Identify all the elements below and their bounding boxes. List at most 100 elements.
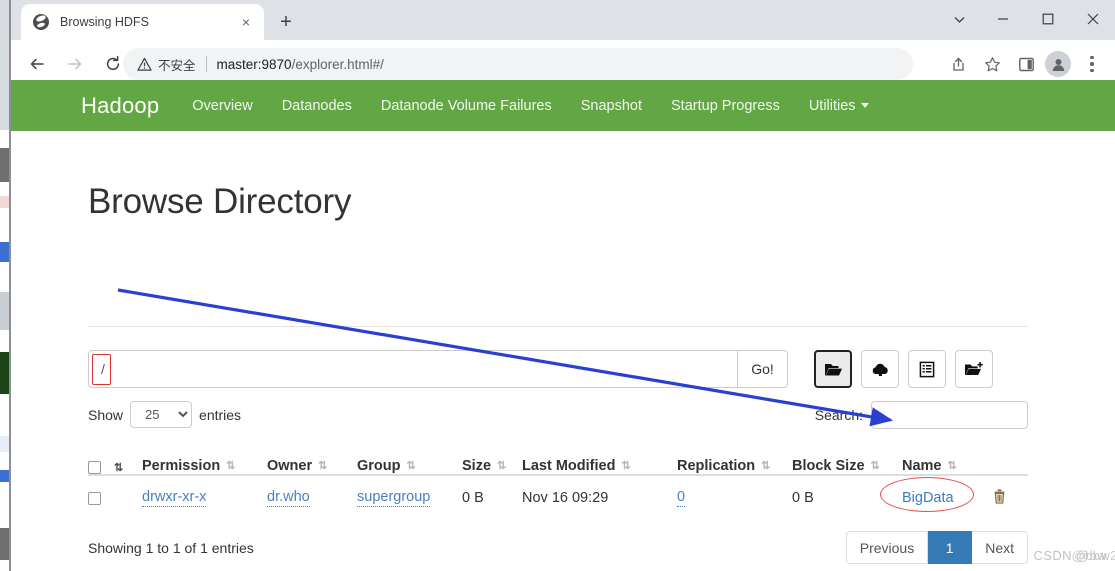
- column-label-size: Size: [462, 458, 492, 474]
- page-title: Browse Directory: [88, 182, 352, 221]
- browse-folder-button[interactable]: [814, 350, 852, 388]
- list-document-icon: [919, 361, 935, 377]
- nav-item-overview[interactable]: Overview: [192, 98, 252, 114]
- search-input[interactable]: [871, 401, 1028, 429]
- new-directory-button[interactable]: [955, 350, 993, 388]
- site-navbar: Hadoop Overview Datanodes Datanode Volum…: [11, 80, 1115, 131]
- search-control: Search:: [815, 401, 1028, 429]
- sort-icon: ⇅: [226, 459, 235, 472]
- column-label-group: Group: [357, 458, 401, 474]
- column-header-replication[interactable]: Replication ⇅: [677, 458, 792, 474]
- nav-item-datanodes[interactable]: Datanodes: [282, 98, 352, 114]
- nav-item-startup-progress[interactable]: Startup Progress: [671, 98, 780, 114]
- divider-top: [88, 326, 1028, 327]
- sort-icon: ⇅: [870, 459, 880, 472]
- table-footer: Showing 1 to 1 of 1 entries Previous 1 N…: [88, 531, 1028, 564]
- search-label: Search:: [814, 407, 863, 423]
- kebab-menu-icon[interactable]: [1077, 49, 1107, 79]
- side-panel-icon[interactable]: [1011, 49, 1041, 79]
- column-header-size[interactable]: Size ⇅: [462, 458, 522, 474]
- nav-item-utilities-label: Utilities: [808, 97, 856, 114]
- tab-strip: Browsing HDFS × +: [11, 0, 1115, 40]
- warning-triangle-icon: [137, 57, 152, 71]
- address-bar[interactable]: 不安全 master:9870/explorer.html#/: [123, 48, 913, 80]
- cell-replication: 0: [677, 489, 792, 507]
- select-all-checkbox[interactable]: [88, 461, 101, 474]
- permission-value[interactable]: drwxr-xr-x: [142, 489, 207, 507]
- column-header-permission[interactable]: Permission ⇅: [142, 458, 267, 474]
- column-header-block-size[interactable]: Block Size ⇅: [792, 458, 902, 474]
- watermark-overlay-text: @bbw2t202105: [1071, 548, 1115, 563]
- select-all-header[interactable]: [88, 461, 114, 474]
- pagination-next[interactable]: Next: [972, 531, 1028, 564]
- row-select-cell[interactable]: [88, 491, 114, 505]
- cell-owner: dr.who: [267, 489, 357, 507]
- url-path: /explorer.html#/: [291, 56, 384, 72]
- trash-icon[interactable]: [992, 488, 1007, 508]
- screen: Browsing HDFS × + 不安全 master:9870/explor…: [0, 0, 1115, 571]
- window-controls: [938, 0, 1115, 38]
- properties-button[interactable]: [908, 350, 946, 388]
- cloud-upload-icon: [872, 363, 888, 376]
- sort-toggle-header[interactable]: ⇅: [114, 463, 142, 474]
- maximize-icon[interactable]: [1025, 0, 1070, 38]
- column-label-last-modified: Last Modified: [522, 458, 616, 474]
- tab-title: Browsing HDFS: [60, 15, 149, 29]
- sort-icon: ⇅: [406, 459, 416, 472]
- sort-icon: ⇅: [621, 459, 630, 472]
- pagination-page-1[interactable]: 1: [928, 531, 973, 564]
- nav-item-snapshot[interactable]: Snapshot: [581, 98, 642, 114]
- chevron-down-icon: [860, 102, 869, 108]
- directory-link-bigdata[interactable]: BigData: [902, 490, 954, 506]
- column-header-name[interactable]: Name ⇅: [902, 458, 992, 474]
- omnibox-actions: [943, 48, 1115, 80]
- column-header-owner[interactable]: Owner ⇅: [267, 458, 357, 474]
- replication-value[interactable]: 0: [677, 489, 686, 507]
- cell-block-size: 0 B: [792, 490, 814, 506]
- column-label-name: Name: [902, 458, 942, 474]
- sort-icon: ⇅: [114, 462, 123, 474]
- chevron-down-icon[interactable]: [938, 0, 980, 38]
- show-label: Show: [88, 406, 124, 423]
- star-icon[interactable]: [977, 49, 1007, 79]
- sort-icon: ⇅: [497, 459, 506, 472]
- nav-item-datanode-volume-failures[interactable]: Datanode Volume Failures: [381, 98, 552, 114]
- path-row: Go!: [88, 350, 1028, 388]
- security-status-label: 不安全: [158, 58, 196, 73]
- pagination-previous[interactable]: Previous: [845, 531, 929, 564]
- path-input[interactable]: [89, 351, 737, 387]
- table-row[interactable]: drwxr-xr-x dr.who supergroup 0 B Nov 16 …: [88, 476, 1028, 520]
- column-header-last-modified[interactable]: Last Modified ⇅: [522, 458, 677, 474]
- cell-permission: drwxr-xr-x: [142, 489, 267, 507]
- address-bar-url: master:9870/explorer.html#/: [217, 57, 384, 72]
- upload-button[interactable]: [861, 350, 899, 388]
- share-icon[interactable]: [943, 49, 973, 79]
- close-icon[interactable]: [1070, 0, 1115, 38]
- brand-hadoop[interactable]: Hadoop: [81, 93, 159, 119]
- column-header-group[interactable]: Group ⇅: [357, 458, 462, 474]
- minimize-icon[interactable]: [980, 0, 1025, 38]
- group-value[interactable]: supergroup: [357, 489, 431, 507]
- owner-value[interactable]: dr.who: [267, 489, 310, 507]
- row-checkbox[interactable]: [88, 491, 101, 505]
- new-tab-button[interactable]: +: [273, 9, 299, 35]
- entries-select[interactable]: 2550100: [130, 401, 193, 428]
- page-viewport: Hadoop Overview Datanodes Datanode Volum…: [11, 80, 1115, 571]
- files-table: ⇅ Permission ⇅ Owner ⇅ Group ⇅ Size ⇅ La…: [88, 446, 1028, 520]
- page-content: Browse Directory Go!: [11, 131, 1115, 571]
- column-label-permission: Permission: [142, 458, 221, 474]
- back-arrow-icon[interactable]: [21, 48, 53, 80]
- avatar[interactable]: [1045, 51, 1071, 77]
- column-label-block-size: Block Size: [792, 458, 865, 474]
- browser-tab[interactable]: Browsing HDFS ×: [21, 4, 264, 40]
- path-input-group: Go!: [88, 350, 788, 388]
- entries-label: entries: [199, 406, 242, 423]
- new-folder-icon: [965, 361, 983, 375]
- nav-item-utilities[interactable]: Utilities: [809, 98, 869, 114]
- close-icon[interactable]: ×: [238, 14, 254, 30]
- globe-icon: [33, 14, 49, 30]
- entries-control: Show 2550100 entries: [88, 401, 241, 428]
- go-button[interactable]: Go!: [737, 351, 787, 387]
- cell-name: BigData: [880, 477, 1004, 512]
- open-folder-icon: [824, 363, 842, 375]
